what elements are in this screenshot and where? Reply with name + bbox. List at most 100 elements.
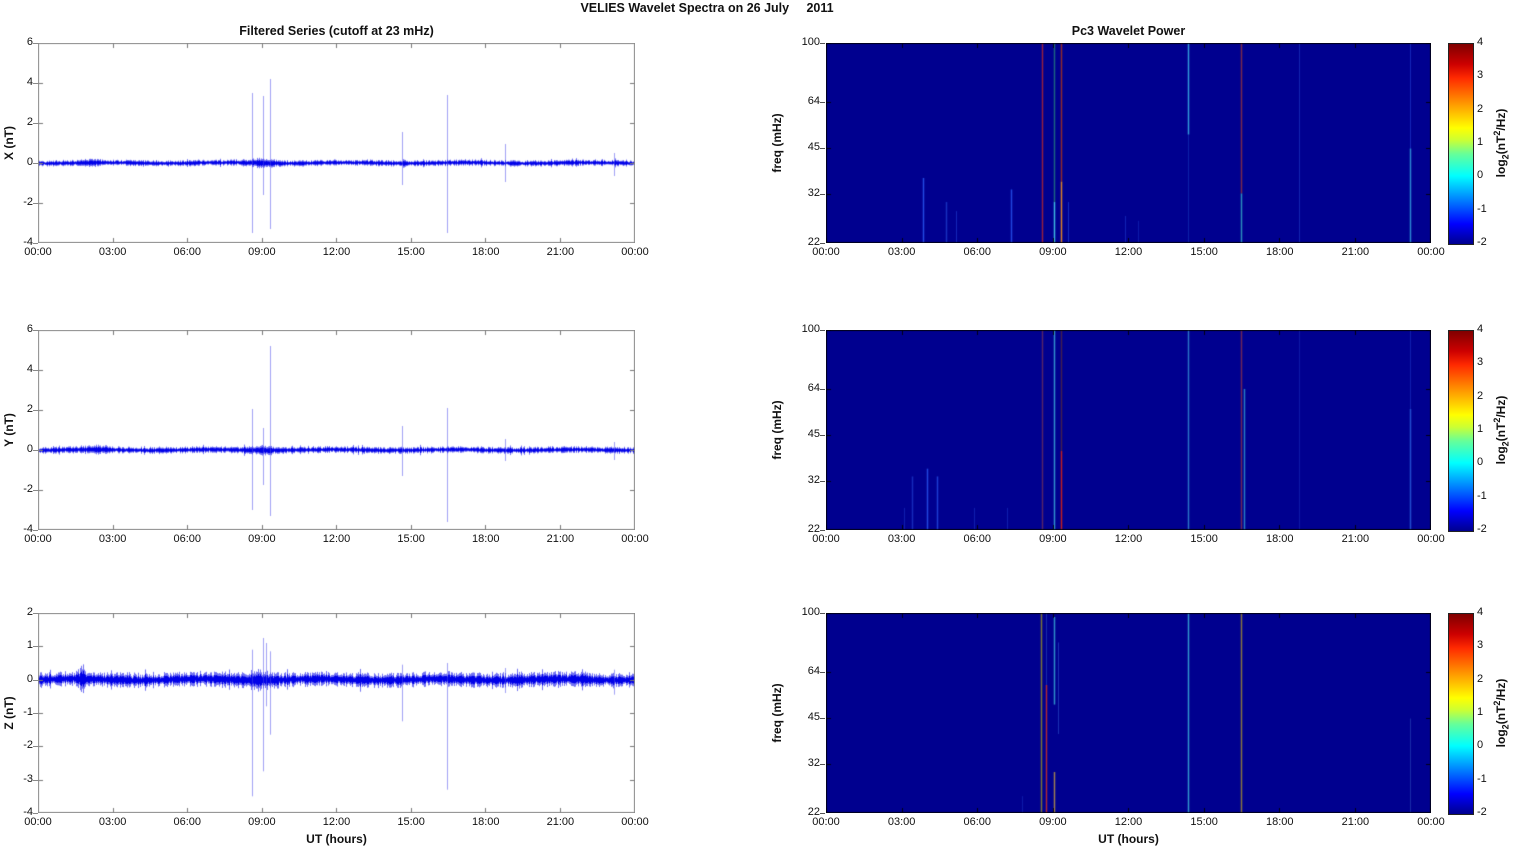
colorbar-tick-label: 0 [1477, 169, 1507, 181]
colorbar-tick-label: 1 [1477, 423, 1507, 435]
y-tick-label: 100 [770, 323, 820, 335]
x-tick-label: 06:00 [957, 533, 997, 545]
y-tick-mark [820, 243, 825, 244]
y-tick-label: 32 [770, 474, 820, 486]
y-tick-mark [820, 764, 825, 765]
y-tick-label: 45 [770, 428, 820, 440]
y-tick-mark [33, 646, 38, 647]
x-tick-label: 15:00 [1184, 816, 1224, 828]
y-tick-mark [820, 389, 825, 390]
y-tick-label: 22 [770, 806, 820, 818]
y-tick-mark [820, 813, 825, 814]
y-tick-label: 0 [0, 443, 33, 455]
x-tick-label: 12:00 [1109, 816, 1149, 828]
y-tick-label: 64 [770, 665, 820, 677]
x-tick-label: 15:00 [1184, 533, 1224, 545]
y-tick-label: 6 [0, 323, 33, 335]
x-tick-label: 09:00 [242, 816, 282, 828]
x-tick-label: 12:00 [317, 533, 357, 545]
y-tick-label: 6 [0, 36, 33, 48]
colorbar-tick-label: 4 [1477, 323, 1507, 335]
y-tick-label: 45 [770, 141, 820, 153]
y-tick-mark [820, 43, 825, 44]
colorbar-tick-label: 1 [1477, 136, 1507, 148]
y-tick-label: 2 [0, 403, 33, 415]
y-tick-label: 0 [0, 673, 33, 685]
colorbar-tick-label: -1 [1477, 203, 1507, 215]
colorbar-tick-label: 3 [1477, 639, 1507, 651]
x-tick-label: 18:00 [1260, 246, 1300, 258]
y-tick-mark [33, 330, 38, 331]
colorbar-tick-label: 3 [1477, 356, 1507, 368]
colorbar-tick-label: -1 [1477, 773, 1507, 785]
x-tick-label: 06:00 [957, 816, 997, 828]
y-tick-label: -4 [0, 523, 33, 535]
y-tick-mark [33, 410, 38, 411]
x-tick-label: 09:00 [1033, 816, 1073, 828]
y-tick-label: 4 [0, 76, 33, 88]
x-tick-label: 00:00 [615, 816, 655, 828]
x-tick-label: 21:00 [1335, 816, 1375, 828]
y-tick-mark [33, 203, 38, 204]
x-tick-label: 00:00 [1411, 246, 1451, 258]
x-tick-label: 09:00 [242, 533, 282, 545]
x-tick-label: 15:00 [1184, 246, 1224, 258]
y-tick-label: 2 [0, 116, 33, 128]
x-tick-label: 06:00 [167, 533, 207, 545]
x-tick-label: 03:00 [93, 246, 133, 258]
y-tick-mark [33, 123, 38, 124]
y-tick-mark [820, 530, 825, 531]
y-tick-mark [820, 481, 825, 482]
y-tick-mark [33, 613, 38, 614]
x-tick-label: 18:00 [1260, 533, 1300, 545]
y-tick-label: 32 [770, 757, 820, 769]
y-tick-mark [33, 243, 38, 244]
x-tick-label: 18:00 [466, 816, 506, 828]
x-tick-label: 06:00 [167, 246, 207, 258]
y-tick-mark [33, 713, 38, 714]
y-tick-label: 100 [770, 606, 820, 618]
y-tick-mark [33, 680, 38, 681]
x-tick-label: 00:00 [1411, 816, 1451, 828]
y-tick-label: -3 [0, 773, 33, 785]
y-tick-mark [33, 370, 38, 371]
y-series-panel [38, 330, 635, 530]
y-tick-mark [820, 718, 825, 719]
x-tick-label: 12:00 [1109, 246, 1149, 258]
y-tick-mark [33, 530, 38, 531]
y-tick-label: 2 [0, 606, 33, 618]
left-xaxis-label: UT (hours) [38, 832, 635, 846]
colorbar-tick-label: 3 [1477, 69, 1507, 81]
x-tick-label: 15:00 [391, 246, 431, 258]
colorbar-tick-label: 0 [1477, 739, 1507, 751]
x-tick-label: 03:00 [882, 246, 922, 258]
y-tick-mark [33, 780, 38, 781]
y-tick-label: 100 [770, 36, 820, 48]
z-series-panel [38, 613, 635, 813]
x-tick-label: 21:00 [540, 816, 580, 828]
colorbar-tick-label: 4 [1477, 36, 1507, 48]
x-tick-label: 06:00 [957, 246, 997, 258]
figure-root: { "suptitle": "VELIES Wavelet Spectra on… [0, 0, 1515, 851]
z-wavelet-panel [826, 613, 1431, 813]
y-tick-label: -2 [0, 739, 33, 751]
x-tick-label: 03:00 [93, 533, 133, 545]
y-tick-label: 22 [770, 236, 820, 248]
y-tick-label: -4 [0, 236, 33, 248]
x-tick-label: 00:00 [615, 246, 655, 258]
x-tick-label: 03:00 [882, 533, 922, 545]
x-tick-label: 18:00 [466, 533, 506, 545]
y-tick-label: -1 [0, 706, 33, 718]
colorbar-tick-label: 0 [1477, 456, 1507, 468]
y-tick-label: 1 [0, 639, 33, 651]
x-tick-label: 12:00 [317, 246, 357, 258]
right-column-title: Pc3 Wavelet Power [826, 24, 1431, 38]
y-tick-mark [820, 102, 825, 103]
colorbar [1448, 43, 1474, 245]
y-tick-mark [33, 813, 38, 814]
y-tick-mark [33, 746, 38, 747]
y-tick-mark [820, 613, 825, 614]
y-tick-label: 45 [770, 711, 820, 723]
y-tick-mark [33, 163, 38, 164]
colorbar-tick-label: -2 [1477, 523, 1507, 535]
